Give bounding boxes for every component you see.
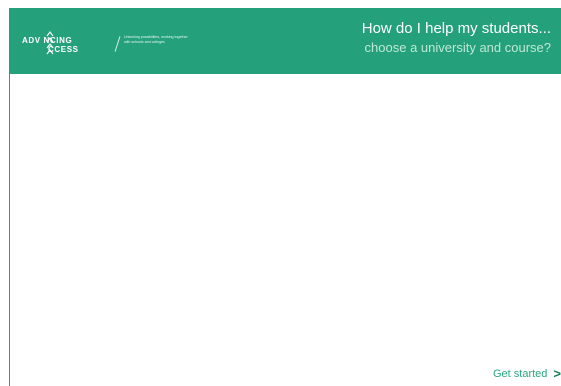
get-started-label: Get started	[492, 367, 548, 380]
advancing-access-logo: ADV NCING CCESS Unlocking possibilities,…	[22, 30, 192, 56]
logo-text-line2: CCESS	[48, 45, 79, 54]
page-title: How do I help my students...	[361, 20, 551, 37]
chevron-right-icon: >	[553, 366, 561, 381]
get-started-button[interactable]: Get started >	[493, 367, 561, 380]
logo-tagline: Unlocking possibilities, working togethe…	[124, 35, 188, 44]
page-subtitle: choose a university and course?	[364, 40, 551, 55]
slide-frame: ADV NCING CCESS Unlocking possibilities,…	[9, 8, 561, 386]
logo-divider	[114, 36, 121, 52]
logo-text-line1: ADV NCING	[22, 36, 73, 45]
page-header: ADV NCING CCESS Unlocking possibilities,…	[10, 8, 561, 74]
content-area: Get started >	[10, 74, 561, 386]
